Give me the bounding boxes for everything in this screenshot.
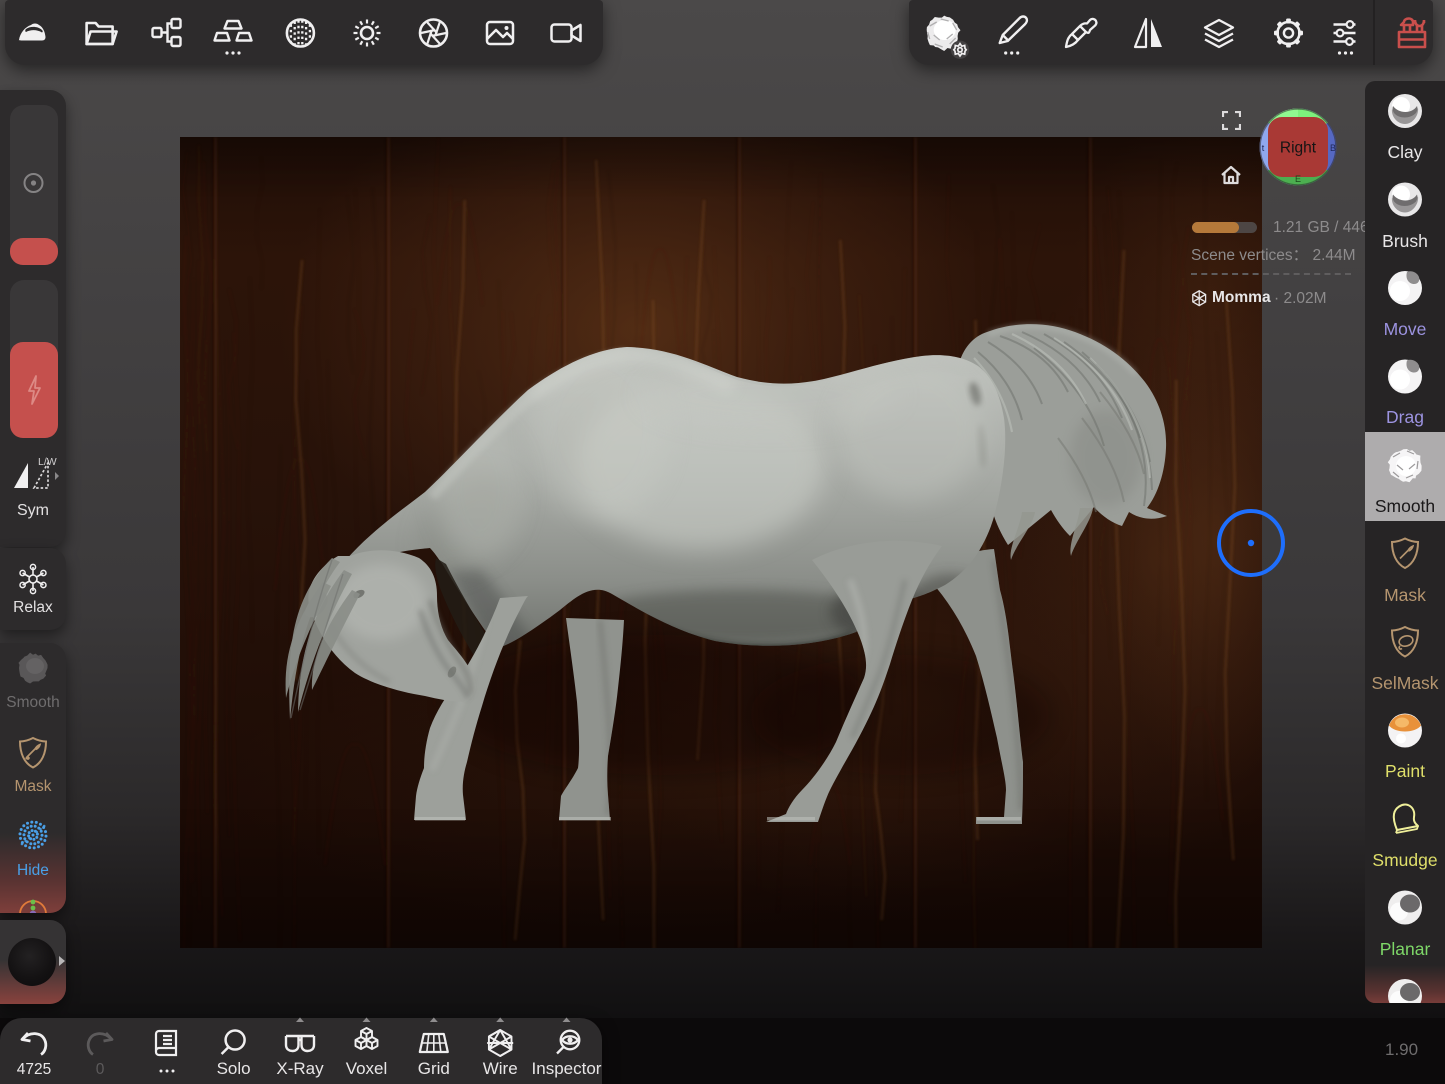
svg-text:Right: Right	[1280, 140, 1317, 157]
svg-text:0: 0	[96, 1061, 105, 1078]
svg-text:X-Ray: X-Ray	[276, 1059, 324, 1078]
svg-text:Wire: Wire	[483, 1059, 518, 1078]
svg-text:Inspector: Inspector	[532, 1059, 602, 1078]
svg-text:Grid: Grid	[418, 1059, 450, 1078]
svg-text:E: E	[1295, 174, 1301, 184]
svg-text:Voxel: Voxel	[346, 1059, 388, 1078]
svg-text:Solo: Solo	[217, 1059, 251, 1078]
svg-text:B: B	[1330, 143, 1336, 153]
svg-text:4725: 4725	[17, 1061, 51, 1078]
